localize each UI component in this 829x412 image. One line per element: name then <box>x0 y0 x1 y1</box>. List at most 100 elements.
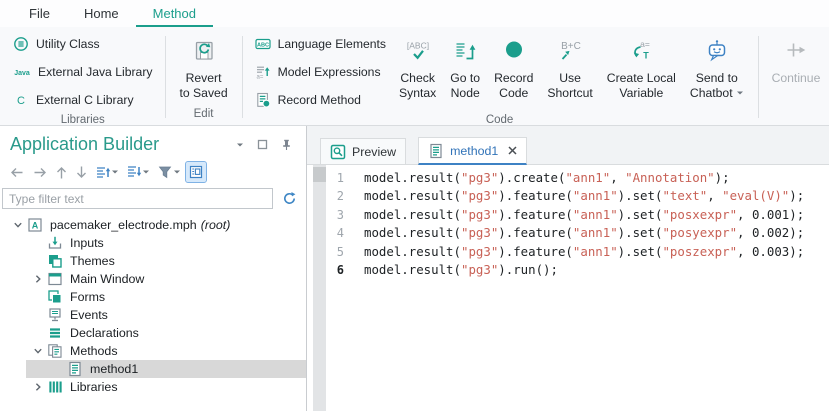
check-syntax-button[interactable]: [ABC]CheckSyntax <box>392 30 443 100</box>
send-to-chatbot-label: Send to <box>696 71 738 86</box>
code-text: ).set( <box>618 244 663 259</box>
nav-forward-icon <box>32 165 48 180</box>
expand-closed-icon <box>33 382 43 392</box>
revert-to-saved-icon <box>191 38 217 64</box>
string-literal: "poszexpr" <box>662 244 737 259</box>
external-c-library-button[interactable]: CExternal C Library <box>7 86 158 114</box>
ribbon-tab-file[interactable]: File <box>12 2 67 27</box>
application-tree: Apacemaker_electrode.mph(root)InputsThem… <box>0 211 306 411</box>
move-up-button[interactable] <box>93 162 121 182</box>
svg-text:ABC: ABC <box>257 42 269 48</box>
go-to-node-button[interactable]: Go toNode <box>443 30 487 100</box>
send-to-chatbot-button[interactable]: Send toChatbot <box>683 30 751 100</box>
c-library-icon: C <box>13 92 29 108</box>
line-number: 4 <box>326 224 344 242</box>
go-to-node-label: Node <box>451 86 480 101</box>
tree-item-libraries[interactable]: Libraries <box>0 378 306 396</box>
code-area[interactable]: 123456 model.result("pg3").create("ann1"… <box>307 165 829 411</box>
refresh-button[interactable] <box>280 189 299 209</box>
nav-forward-button[interactable] <box>30 162 50 182</box>
code-text: ).run(); <box>498 262 558 277</box>
string-literal: "text" <box>662 188 707 203</box>
code-text: ).feature( <box>498 188 573 203</box>
move-up-icon <box>95 164 111 180</box>
expand-toggle[interactable] <box>28 346 47 356</box>
line-number: 5 <box>326 243 344 261</box>
code-text: ).set( <box>618 225 663 240</box>
toggle-editor-tools-button[interactable] <box>186 162 206 182</box>
external-java-library-button[interactable]: JavaExternal Java Library <box>7 58 158 86</box>
filter-icon <box>157 164 173 180</box>
java-icon: Java <box>13 64 31 80</box>
tree-label-pacemaker-electrode-mph: pacemaker_electrode.mph <box>50 218 197 232</box>
expand-toggle[interactable] <box>8 220 27 230</box>
code-text: ).set( <box>618 207 663 222</box>
code-line[interactable]: model.result("pg3").run(); <box>364 261 804 279</box>
tree-item-main-window[interactable]: Main Window <box>0 270 306 288</box>
tree-item-methods[interactable]: Methods <box>0 342 306 360</box>
filter-input[interactable] <box>2 188 273 209</box>
nav-back-button[interactable] <box>7 162 27 182</box>
filter-button[interactable] <box>155 162 183 182</box>
editor-tab-method1[interactable]: method1 <box>418 137 527 165</box>
tree-item-events[interactable]: Events <box>0 306 306 324</box>
tree-item-forms[interactable]: Forms <box>0 288 306 306</box>
string-literal: "pg3" <box>461 225 498 240</box>
string-literal: "pg3" <box>461 188 498 203</box>
code-text: ).feature( <box>498 207 573 222</box>
send-to-chatbot-icon <box>704 38 730 64</box>
tree-item-pacemaker-electrode-mph[interactable]: Apacemaker_electrode.mph(root) <box>0 216 306 234</box>
chevron-down-icon <box>173 168 181 176</box>
ribbon-group-edit: Revertto SavedEdit <box>165 27 241 125</box>
tree-toolbar <box>0 155 306 184</box>
continue-button: Continue <box>765 30 828 86</box>
record-code-button[interactable]: RecordCode <box>487 30 540 100</box>
application-icon: A <box>27 217 43 233</box>
close-tab-button[interactable] <box>508 146 517 155</box>
pin-button[interactable] <box>279 135 294 155</box>
create-local-variable-icon: a=T <box>627 38 655 64</box>
code-text: , 0.003); <box>737 244 804 259</box>
expand-open-icon <box>33 346 43 356</box>
code-line[interactable]: model.result("pg3").feature("ann1").set(… <box>364 206 804 224</box>
expand-toggle[interactable] <box>28 274 47 284</box>
chevron-down-button[interactable] <box>234 135 246 155</box>
toggle-editor-tools-icon <box>188 164 204 180</box>
method-file-icon <box>67 361 83 377</box>
editor-left-ruler[interactable] <box>313 165 326 411</box>
language-elements-icon: ABC <box>255 36 271 52</box>
use-shortcut-button[interactable]: B+CUseShortcut <box>540 30 599 100</box>
create-local-variable-button[interactable]: a=TCreate LocalVariable <box>600 30 683 100</box>
ribbon-group-code: ABCLanguage Elementsa=Model Expressions R… <box>242 27 758 125</box>
revert-to-saved-button[interactable]: Revertto Saved <box>172 30 234 100</box>
code-line[interactable]: model.result("pg3").feature("ann1").set(… <box>364 243 804 261</box>
pin-icon <box>281 139 292 151</box>
expand-toggle[interactable] <box>28 382 47 392</box>
tree-item-inputs[interactable]: Inputs <box>0 234 306 252</box>
tree-item-method1[interactable]: method1 <box>0 360 306 378</box>
utility-class-icon <box>13 36 29 52</box>
ruler-thumb[interactable] <box>313 167 326 182</box>
string-literal: "Annotation" <box>625 170 715 185</box>
record-method-icon <box>255 92 271 108</box>
code-line[interactable]: model.result("pg3").create("ann1", "Anno… <box>364 169 804 187</box>
utility-class-button[interactable]: Utility Class <box>7 30 158 58</box>
code-line[interactable]: model.result("pg3").feature("ann1").set(… <box>364 187 804 205</box>
editor-tab-bar: Preview method1 <box>307 126 829 165</box>
ribbon-tab-home[interactable]: Home <box>67 2 136 27</box>
record-method-button[interactable]: Record Method <box>249 86 392 114</box>
nav-up-button[interactable] <box>53 162 70 182</box>
editor-tab-preview[interactable]: Preview <box>320 138 406 164</box>
restore-window-button[interactable] <box>255 135 270 155</box>
tree-item-declarations[interactable]: Declarations <box>0 324 306 342</box>
nav-down-button[interactable] <box>73 162 90 182</box>
code-lines[interactable]: model.result("pg3").create("ann1", "Anno… <box>348 165 804 411</box>
code-line[interactable]: model.result("pg3").feature("ann1").set(… <box>364 224 804 242</box>
record-method-label: Record Method <box>278 93 361 107</box>
model-expressions-button[interactable]: a=Model Expressions <box>249 58 392 86</box>
tree-item-themes[interactable]: Themes <box>0 252 306 270</box>
tree-label-main-window: Main Window <box>70 272 144 286</box>
language-elements-button[interactable]: ABCLanguage Elements <box>249 30 392 58</box>
move-down-button[interactable] <box>124 162 152 182</box>
ribbon-tab-method[interactable]: Method <box>136 2 213 27</box>
